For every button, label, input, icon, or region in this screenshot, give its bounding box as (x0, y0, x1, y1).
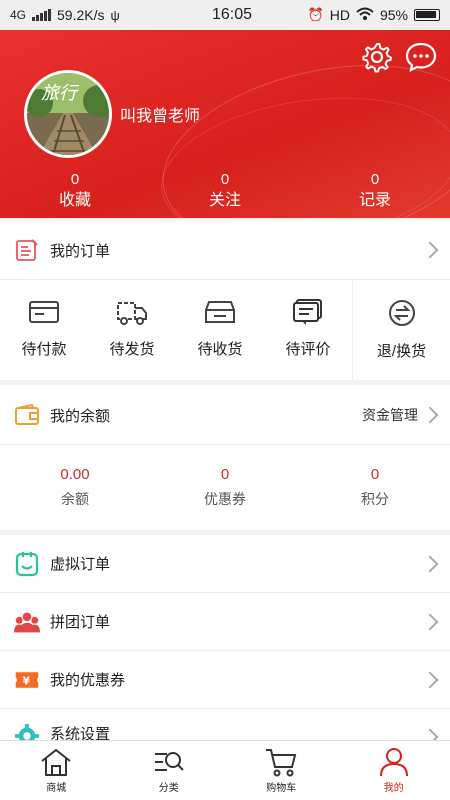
stat-label: 关注 (208, 192, 241, 209)
fund-management-link[interactable]: 资金管理 (362, 405, 418, 425)
home-icon (41, 748, 71, 776)
chevron-right-icon (421, 406, 439, 424)
avatar[interactable]: 旅行 (24, 70, 112, 158)
tab-mall[interactable]: 商城 (0, 741, 113, 800)
battery-percent: 95% (379, 7, 408, 23)
order-list-icon (14, 237, 40, 263)
balance-amount[interactable]: 0.00 余额 (0, 445, 150, 530)
balance-value: 0.00 (60, 466, 90, 483)
svg-text:旅行: 旅行 (41, 83, 80, 104)
order-label: 待评价 (285, 341, 331, 358)
menu-label: 拼团订单 (50, 614, 111, 631)
tab-cart[interactable]: 购物车 (225, 741, 338, 800)
chevron-right-icon (421, 241, 439, 259)
menu-label: 我的优惠券 (50, 672, 126, 689)
group-order-icon (14, 609, 40, 635)
category-search-icon (154, 752, 184, 771)
menu-virtual-orders[interactable]: 虚拟订单 (0, 535, 450, 592)
username: 叫我曾老师 (120, 108, 201, 125)
truck-icon (117, 302, 147, 325)
my-balance-row[interactable]: 我的余额 资金管理 (0, 385, 450, 445)
chat-bubble-icon (405, 42, 437, 72)
message-button[interactable] (404, 40, 438, 74)
tab-category[interactable]: 分类 (113, 741, 226, 800)
usb-icon: ψ (110, 7, 120, 23)
stat-value: 0 (370, 171, 380, 188)
bottom-tab-bar: 商城 分类 购物车 我的 (0, 740, 450, 800)
order-label: 退/换货 (376, 343, 427, 360)
stat-label: 记录 (358, 192, 391, 209)
menu-group-orders[interactable]: 拼团订单 (0, 593, 450, 650)
stat-label: 收藏 (58, 192, 91, 209)
order-refund-exchange[interactable]: 退/换货 (352, 280, 450, 380)
tab-label: 购物车 (266, 783, 297, 794)
menu-label: 虚拟订单 (50, 556, 111, 573)
exchange-icon (388, 300, 415, 326)
virtual-order-icon (14, 551, 40, 577)
balance-points[interactable]: 0 积分 (300, 445, 450, 530)
cart-icon (266, 749, 297, 777)
user-icon (379, 748, 408, 777)
chevron-right-icon (421, 613, 439, 630)
clock: 16:05 (212, 6, 253, 23)
balance-value: 0 (370, 466, 380, 483)
stat-following[interactable]: 0 关注 (150, 170, 300, 212)
chevron-right-icon (421, 671, 439, 688)
hd-indicator: HD (329, 7, 350, 23)
box-icon (205, 301, 235, 323)
order-label: 待发货 (109, 341, 155, 358)
settings-button[interactable] (360, 40, 394, 74)
order-label: 待收货 (197, 341, 243, 358)
wallet-icon (14, 402, 40, 428)
balance-label: 余额 (61, 491, 89, 507)
profile-header: 旅行 叫我曾老师 0 收藏 0 关注 0 记录 (0, 30, 450, 218)
order-pending-shipment[interactable]: 待发货 (88, 280, 176, 380)
order-pending-receipt[interactable]: 待收货 (176, 280, 264, 380)
menu-my-coupons[interactable]: ¥ 我的优惠券 (0, 651, 450, 708)
balance-label: 优惠券 (204, 491, 246, 507)
my-orders-row[interactable]: 我的订单 (0, 220, 450, 280)
order-pending-review[interactable]: 待评价 (264, 280, 352, 380)
gear-icon (362, 43, 392, 73)
balance-stats: 0.00 余额 0 优惠券 0 积分 (0, 445, 450, 530)
stat-history[interactable]: 0 记录 (300, 170, 450, 212)
network-speed: 59.2K/s (57, 7, 105, 23)
chevron-right-icon (421, 555, 439, 572)
tab-label: 商城 (46, 783, 67, 794)
tab-label: 我的 (383, 783, 404, 794)
balance-label: 积分 (361, 491, 389, 507)
alarm-icon: ⏰ (307, 7, 324, 22)
svg-text:¥: ¥ (23, 675, 31, 687)
order-pending-payment[interactable]: 待付款 (0, 280, 88, 380)
order-status-bar: 待付款 待发货 待收货 待评价 退/换货 (0, 280, 450, 380)
signal-icon (32, 9, 52, 21)
order-label: 待付款 (21, 341, 67, 358)
my-orders-title: 我的订单 (50, 242, 111, 260)
coupon-icon: ¥ (14, 667, 40, 693)
my-balance-title: 我的余额 (50, 407, 111, 425)
stat-favorites[interactable]: 0 收藏 (0, 170, 150, 212)
battery-icon (414, 9, 440, 21)
stat-value: 0 (70, 171, 80, 188)
stats-row: 0 收藏 0 关注 0 记录 (0, 170, 450, 212)
stat-value: 0 (220, 171, 230, 188)
tab-label: 分类 (158, 783, 179, 794)
tab-mine[interactable]: 我的 (338, 741, 450, 800)
comment-icon (293, 299, 322, 325)
balance-coupons[interactable]: 0 优惠券 (150, 445, 300, 530)
wifi-icon (356, 7, 374, 24)
wallet-card-icon (29, 301, 59, 323)
balance-value: 0 (220, 466, 230, 483)
network-type: 4G (10, 8, 27, 22)
status-bar: 4G 59.2K/s ψ 16:05 ⏰ HD 95% (0, 0, 450, 30)
